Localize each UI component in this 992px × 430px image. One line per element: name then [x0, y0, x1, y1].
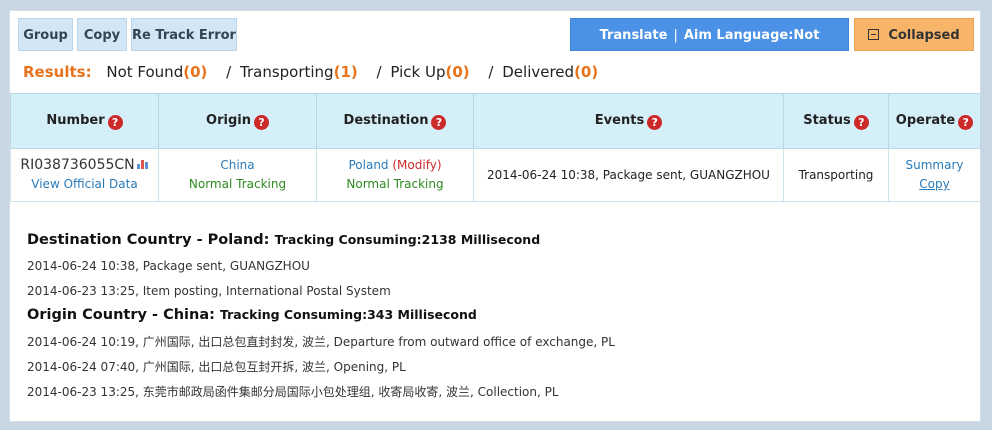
separator: / — [376, 63, 382, 81]
tracking-details: Destination Country - Poland: Tracking C… — [27, 229, 967, 405]
aim-language-label: Aim Language:Not Translated — [670, 28, 820, 76]
copy-button[interactable]: Copy — [77, 18, 127, 51]
retrack-error-button[interactable]: Re Track Error — [131, 18, 237, 51]
origin-consuming: Tracking Consuming:343 Millisecond — [219, 307, 477, 322]
copy-link[interactable]: Copy — [889, 175, 980, 194]
destination-country-link[interactable]: Poland — [348, 158, 388, 172]
help-question-icon[interactable]: ? — [958, 114, 974, 130]
cell-events: 2014-06-24 10:38, Package sent, GUANGZHO… — [473, 148, 784, 202]
help-question-icon[interactable]: ? — [107, 114, 123, 130]
summary-link[interactable]: Summary — [889, 156, 980, 175]
tracking-table: Number? Origin? Destination? Events? Sta… — [10, 93, 981, 202]
bar-chart-icon[interactable] — [136, 159, 149, 169]
translate-label: Translate — [599, 28, 668, 43]
pickup-count: (0) — [445, 63, 470, 81]
column-header-status: Status? — [783, 93, 889, 149]
event-line: 2014-06-24 10:38, Package sent, GUANGZHO… — [27, 259, 310, 273]
cell-status: Transporting — [783, 148, 889, 202]
column-header-events: Events? — [473, 93, 784, 149]
table-row: RI038736055CN View Official Data China N… — [10, 148, 981, 202]
column-header-origin: Origin? — [158, 93, 317, 149]
transporting-filter[interactable]: Transporting(1) — [240, 63, 358, 81]
pickup-filter[interactable]: Pick Up(0) — [390, 63, 469, 81]
modify-destination-link[interactable]: (Modify) — [392, 158, 441, 172]
delivered-count: (0) — [574, 63, 599, 81]
tracking-number: RI038736055CN — [20, 157, 135, 173]
origin-title: Origin Country - China: — [27, 307, 215, 323]
origin-section-title: Origin Country - China: Tracking Consumi… — [27, 304, 967, 326]
not-found-filter[interactable]: Not Found(0) — [106, 63, 207, 81]
help-question-icon[interactable]: ? — [647, 114, 663, 130]
help-question-icon[interactable]: ? — [853, 114, 869, 130]
group-button[interactable]: Group — [18, 18, 73, 51]
toolbar: Group Copy Re Track Error Translate | Aim … — [18, 18, 974, 76]
tracking-panel: Group Copy Re Track Error Translate | Aim … — [9, 10, 981, 422]
origin-tracking-type: Normal Tracking — [188, 177, 287, 191]
separator: / — [226, 63, 232, 81]
cell-destination: Poland (Modify) Normal Tracking — [316, 148, 474, 202]
collapsed-button[interactable]: Collapsed — [854, 18, 974, 51]
pickup-label: Pick Up — [390, 63, 446, 81]
event-line: 2014-06-23 13:25, Item posting, Internat… — [27, 284, 391, 298]
event-line: 2014-06-24 10:19, 广州国际, 出口总包直封封发, 波兰, De… — [27, 335, 615, 349]
translate-button[interactable]: Translate | Aim Language:Not Translated — [570, 18, 849, 76]
translate-separator: | — [673, 28, 678, 43]
help-question-icon[interactable]: ? — [431, 114, 447, 130]
event-line: 2014-06-24 07:40, 广州国际, 出口总包互封开拆, 波兰, Op… — [27, 360, 406, 374]
column-header-number: Number? — [10, 93, 159, 149]
delivered-filter[interactable]: Delivered(0) — [502, 63, 598, 81]
separator: / — [488, 63, 494, 81]
delivered-label: Delivered — [502, 63, 575, 81]
origin-country-link[interactable]: China — [159, 156, 316, 175]
minus-square-icon — [868, 29, 880, 40]
cell-number: RI038736055CN View Official Data — [10, 148, 159, 202]
not-found-count: (0) — [183, 63, 208, 81]
cell-operate: Summary Copy — [888, 148, 981, 202]
destination-section-title: Destination Country - Poland: Tracking C… — [27, 229, 967, 251]
destination-title: Destination Country - Poland: — [27, 232, 270, 248]
collapsed-label: Collapsed — [888, 28, 960, 43]
transporting-label: Transporting — [240, 63, 334, 81]
event-line: 2014-06-23 13:25, 东莞市邮政局函件集邮分局国际小包处理组, 收… — [27, 385, 559, 399]
destination-consuming: Tracking Consuming:2138 Millisecond — [274, 232, 541, 247]
cell-origin: China Normal Tracking — [158, 148, 317, 202]
transporting-count: (1) — [333, 63, 358, 81]
not-found-label: Not Found — [106, 63, 184, 81]
table-header-row: Number? Origin? Destination? Events? Sta… — [10, 93, 981, 149]
results-label: Results: — [23, 63, 92, 81]
column-header-destination: Destination? — [316, 93, 474, 149]
destination-tracking-type: Normal Tracking — [346, 177, 444, 191]
column-header-operate: Operate? — [888, 93, 981, 149]
results-summary: Results: Not Found(0) / Transporting(1) … — [23, 63, 598, 81]
view-official-data-link[interactable]: View Official Data — [11, 175, 158, 194]
help-question-icon[interactable]: ? — [253, 114, 269, 130]
